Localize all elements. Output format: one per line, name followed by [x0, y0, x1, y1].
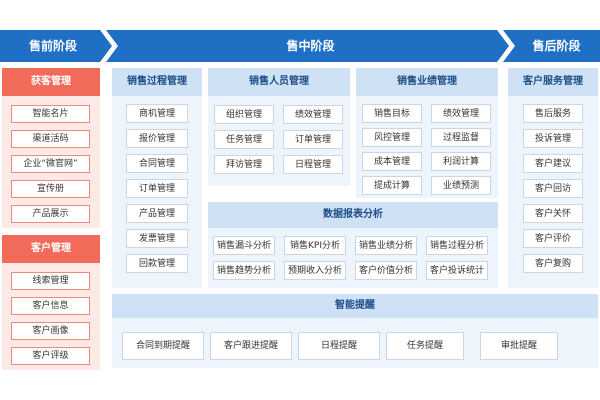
- report-item[interactable]: 客户价值分析: [355, 261, 417, 280]
- customer-item[interactable]: 客户画像: [11, 322, 90, 340]
- service-item[interactable]: 客户建议: [523, 154, 583, 173]
- acquire-item[interactable]: 渠道活码: [11, 130, 90, 148]
- service-item[interactable]: 售后服务: [523, 104, 583, 123]
- service-item[interactable]: 客户关怀: [523, 204, 583, 223]
- service-title: 客户服务管理: [508, 68, 598, 96]
- stage-post-label: 售后阶段: [532, 39, 581, 53]
- staff-item[interactable]: 订单管理: [283, 130, 343, 149]
- report-item[interactable]: 销售漏斗分析: [213, 236, 275, 255]
- acquire-item[interactable]: 智能名片: [11, 105, 90, 123]
- acquire-title: 获客管理: [2, 68, 100, 96]
- staff-item[interactable]: 任务管理: [214, 130, 274, 149]
- report-item[interactable]: 销售趋势分析: [213, 261, 275, 280]
- reminder-item[interactable]: 日程提醒: [298, 332, 380, 360]
- report-item[interactable]: 客户投诉统计: [426, 261, 488, 280]
- report-title: 数据报表分析: [208, 202, 498, 228]
- process-item[interactable]: 合同管理: [126, 154, 188, 173]
- performance-item[interactable]: 利润计算: [431, 152, 491, 171]
- customer-item[interactable]: 线索管理: [11, 272, 90, 290]
- service-item[interactable]: 客户复购: [523, 254, 583, 273]
- stage-pre-label: 售前阶段: [28, 39, 77, 53]
- performance-item[interactable]: 风控管理: [362, 128, 422, 147]
- customer-title: 客户管理: [2, 235, 100, 263]
- report-item[interactable]: 销售KPI分析: [284, 236, 346, 255]
- service-item[interactable]: 投诉管理: [523, 129, 583, 148]
- staff-title: 销售人员管理: [208, 68, 350, 96]
- customer-item[interactable]: 客户评级: [11, 347, 90, 365]
- acquire-item[interactable]: 产品展示: [11, 205, 90, 223]
- process-item[interactable]: 发票管理: [126, 229, 188, 248]
- reminder-item[interactable]: 任务提醒: [386, 332, 464, 360]
- report-item[interactable]: 预期收入分析: [284, 261, 346, 280]
- performance-item[interactable]: 成本管理: [362, 152, 422, 171]
- reminder-item[interactable]: 审批提醒: [480, 332, 558, 360]
- staff-item[interactable]: 绩效管理: [283, 105, 343, 124]
- performance-item[interactable]: 业绩预测: [431, 176, 491, 195]
- acquire-item[interactable]: 宣传册: [11, 180, 90, 198]
- process-item[interactable]: 商机管理: [126, 104, 188, 123]
- customer-item[interactable]: 客户信息: [11, 297, 90, 315]
- staff-item[interactable]: 组织管理: [214, 105, 274, 124]
- process-item[interactable]: 订单管理: [126, 179, 188, 198]
- performance-item[interactable]: 提成计算: [362, 176, 422, 195]
- acquire-item[interactable]: 企业“微官网”: [11, 155, 90, 173]
- process-item[interactable]: 报价管理: [126, 129, 188, 148]
- performance-item[interactable]: 过程监督: [431, 128, 491, 147]
- performance-item[interactable]: 销售目标: [362, 104, 422, 123]
- process-title: 销售过程管理: [112, 68, 202, 96]
- reminder-title: 智能提醒: [112, 294, 598, 318]
- service-item[interactable]: 客户评价: [523, 229, 583, 248]
- report-item[interactable]: 销售过程分析: [426, 236, 488, 255]
- stage-mid-label: 售中阶段: [286, 39, 335, 53]
- process-item[interactable]: 产品管理: [126, 204, 188, 223]
- process-item[interactable]: 回款管理: [126, 254, 188, 273]
- report-item[interactable]: 销售业绩分析: [355, 236, 417, 255]
- staff-item[interactable]: 日程管理: [283, 155, 343, 174]
- reminder-item[interactable]: 合同到期提醒: [122, 332, 204, 360]
- staff-item[interactable]: 拜访管理: [214, 155, 274, 174]
- service-item[interactable]: 客户回访: [523, 179, 583, 198]
- reminder-item[interactable]: 客户跟进提醒: [210, 332, 292, 360]
- performance-item[interactable]: 绩效管理: [431, 104, 491, 123]
- performance-title: 销售业绩管理: [356, 68, 498, 96]
